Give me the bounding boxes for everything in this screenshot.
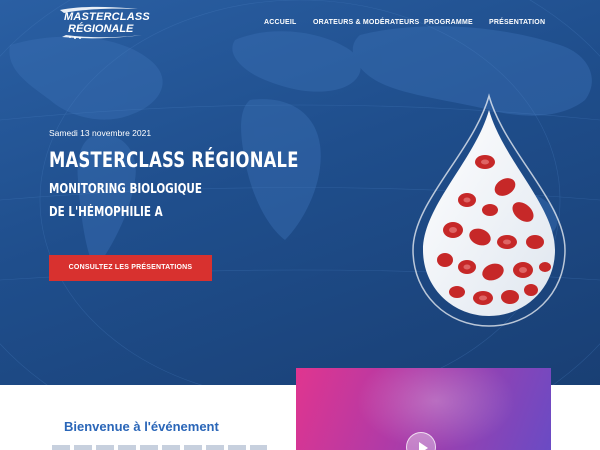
welcome-intro-text bbox=[52, 445, 267, 450]
video-image-overlay bbox=[356, 368, 516, 450]
hero-subtitle-line1: MONITORING BIOLOGIQUE bbox=[49, 182, 202, 197]
event-date: Samedi 13 novembre 2021 bbox=[49, 128, 152, 138]
hero-section: MASTERCLASS RÉGIONALE ACCUEIL ORATEURS &… bbox=[0, 0, 600, 385]
intro-video-thumbnail[interactable] bbox=[296, 368, 551, 450]
nav-item-programme[interactable]: PROGRAMME bbox=[424, 19, 473, 26]
nav-item-presentation[interactable]: PRÉSENTATION bbox=[489, 19, 545, 26]
nav-item-orateurs[interactable]: ORATEURS & MODÉRATEURS bbox=[313, 19, 419, 26]
nav-item-accueil[interactable]: ACCUEIL bbox=[264, 19, 297, 26]
view-presentations-button[interactable]: CONSULTEZ LES PRÉSENTATIONS bbox=[49, 255, 212, 281]
welcome-heading: Bienvenue à l'événement bbox=[64, 419, 219, 434]
hero-title: MASTERCLASS RÉGIONALE bbox=[49, 148, 299, 172]
hero-subtitle-line2: DE L'HÉMOPHILIE A bbox=[49, 205, 163, 220]
main-nav: ACCUEIL ORATEURS & MODÉRATEURS PROGRAMME… bbox=[0, 19, 600, 33]
blood-drop-icon bbox=[412, 93, 566, 327]
